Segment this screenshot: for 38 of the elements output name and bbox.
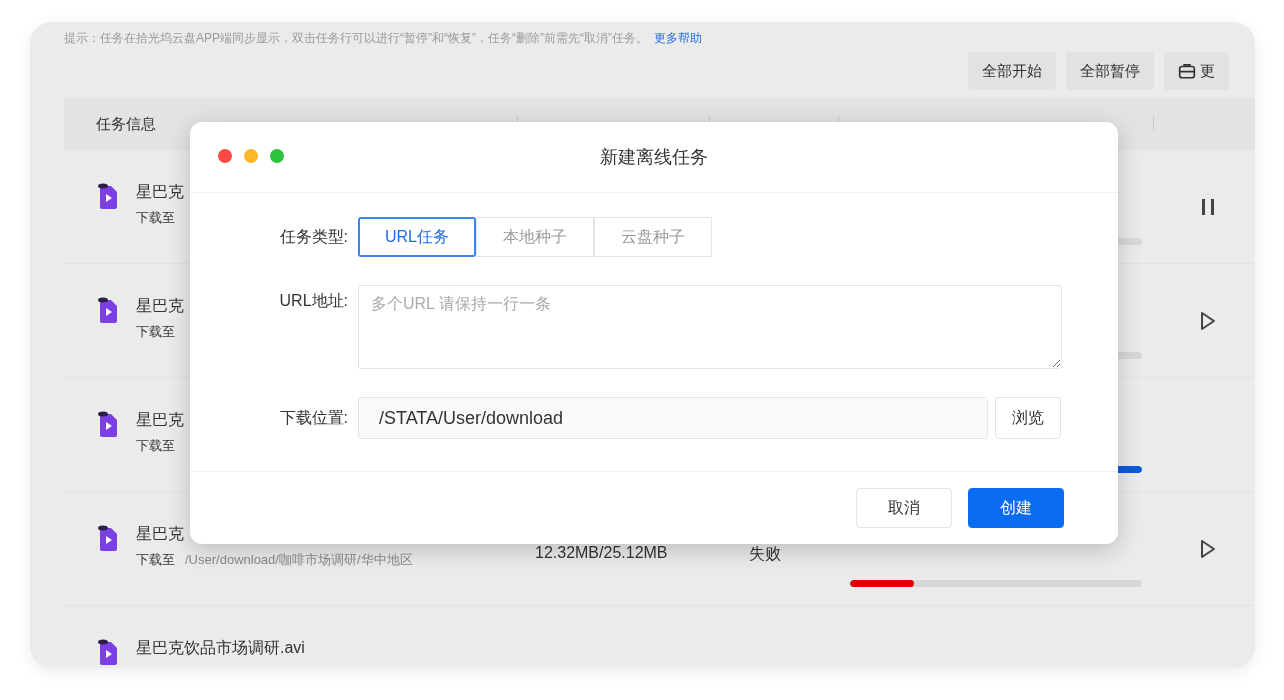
download-label: 下载至 <box>136 209 175 227</box>
file-name: 星巴克 <box>136 410 184 430</box>
cancel-button[interactable]: 取消 <box>856 488 952 528</box>
toolbar-button[interactable]: 全部开始 <box>968 52 1056 90</box>
download-location-field[interactable]: /STATA/User/download <box>358 397 988 439</box>
download-path: /User/download/咖啡市场调研/华中地区 <box>185 551 413 569</box>
close-icon[interactable] <box>218 149 232 163</box>
video-file-icon <box>96 410 120 438</box>
task-type-tab[interactable]: URL任务 <box>358 217 476 257</box>
field-label: URL地址: <box>278 291 348 311</box>
video-file-icon <box>96 524 120 552</box>
play-icon[interactable] <box>1200 310 1216 331</box>
url-input-field[interactable]: 多个URL 请保持一行一条 <box>358 285 1062 369</box>
create-button[interactable]: 创建 <box>968 488 1064 528</box>
browse-button[interactable]: 浏览 <box>995 397 1061 439</box>
hint-text: 提示：任务在拾光坞云盘APP端同步显示，双击任务行可以进行“暂停”和“恢复”，任务“删除”前需先“取消”任务。 <box>64 29 648 47</box>
file-name: 星巴克 <box>136 182 184 202</box>
file-name: 星巴克 <box>136 296 184 316</box>
video-file-icon <box>96 638 120 666</box>
download-label: 下载至 <box>136 437 175 455</box>
video-file-icon <box>96 296 120 324</box>
pause-icon[interactable] <box>1200 196 1216 217</box>
file-name: 星巴克 <box>136 524 185 544</box>
column-header: 任务信息 <box>95 114 156 134</box>
play-icon[interactable] <box>1200 538 1216 559</box>
help-link[interactable]: 更多帮助 <box>654 29 702 47</box>
video-file-icon <box>96 182 120 210</box>
toolbar-button[interactable]: 更 <box>1164 52 1229 90</box>
file-name: 星巴克饮品市场调研.avi <box>136 638 305 658</box>
file-size: 12.32MB/25.12MB <box>535 544 668 562</box>
task-status: 失败 <box>749 544 781 564</box>
field-label: 任务类型: <box>278 226 348 247</box>
download-label: 下载至 <box>136 551 175 569</box>
briefcase-icon <box>1178 62 1196 80</box>
download-label: 下载至 <box>136 323 175 341</box>
field-label: 下载位置: <box>278 407 348 428</box>
toolbar-button[interactable]: 全部暂停 <box>1066 52 1154 90</box>
dialog-title: 新建离线任务 <box>600 146 708 169</box>
